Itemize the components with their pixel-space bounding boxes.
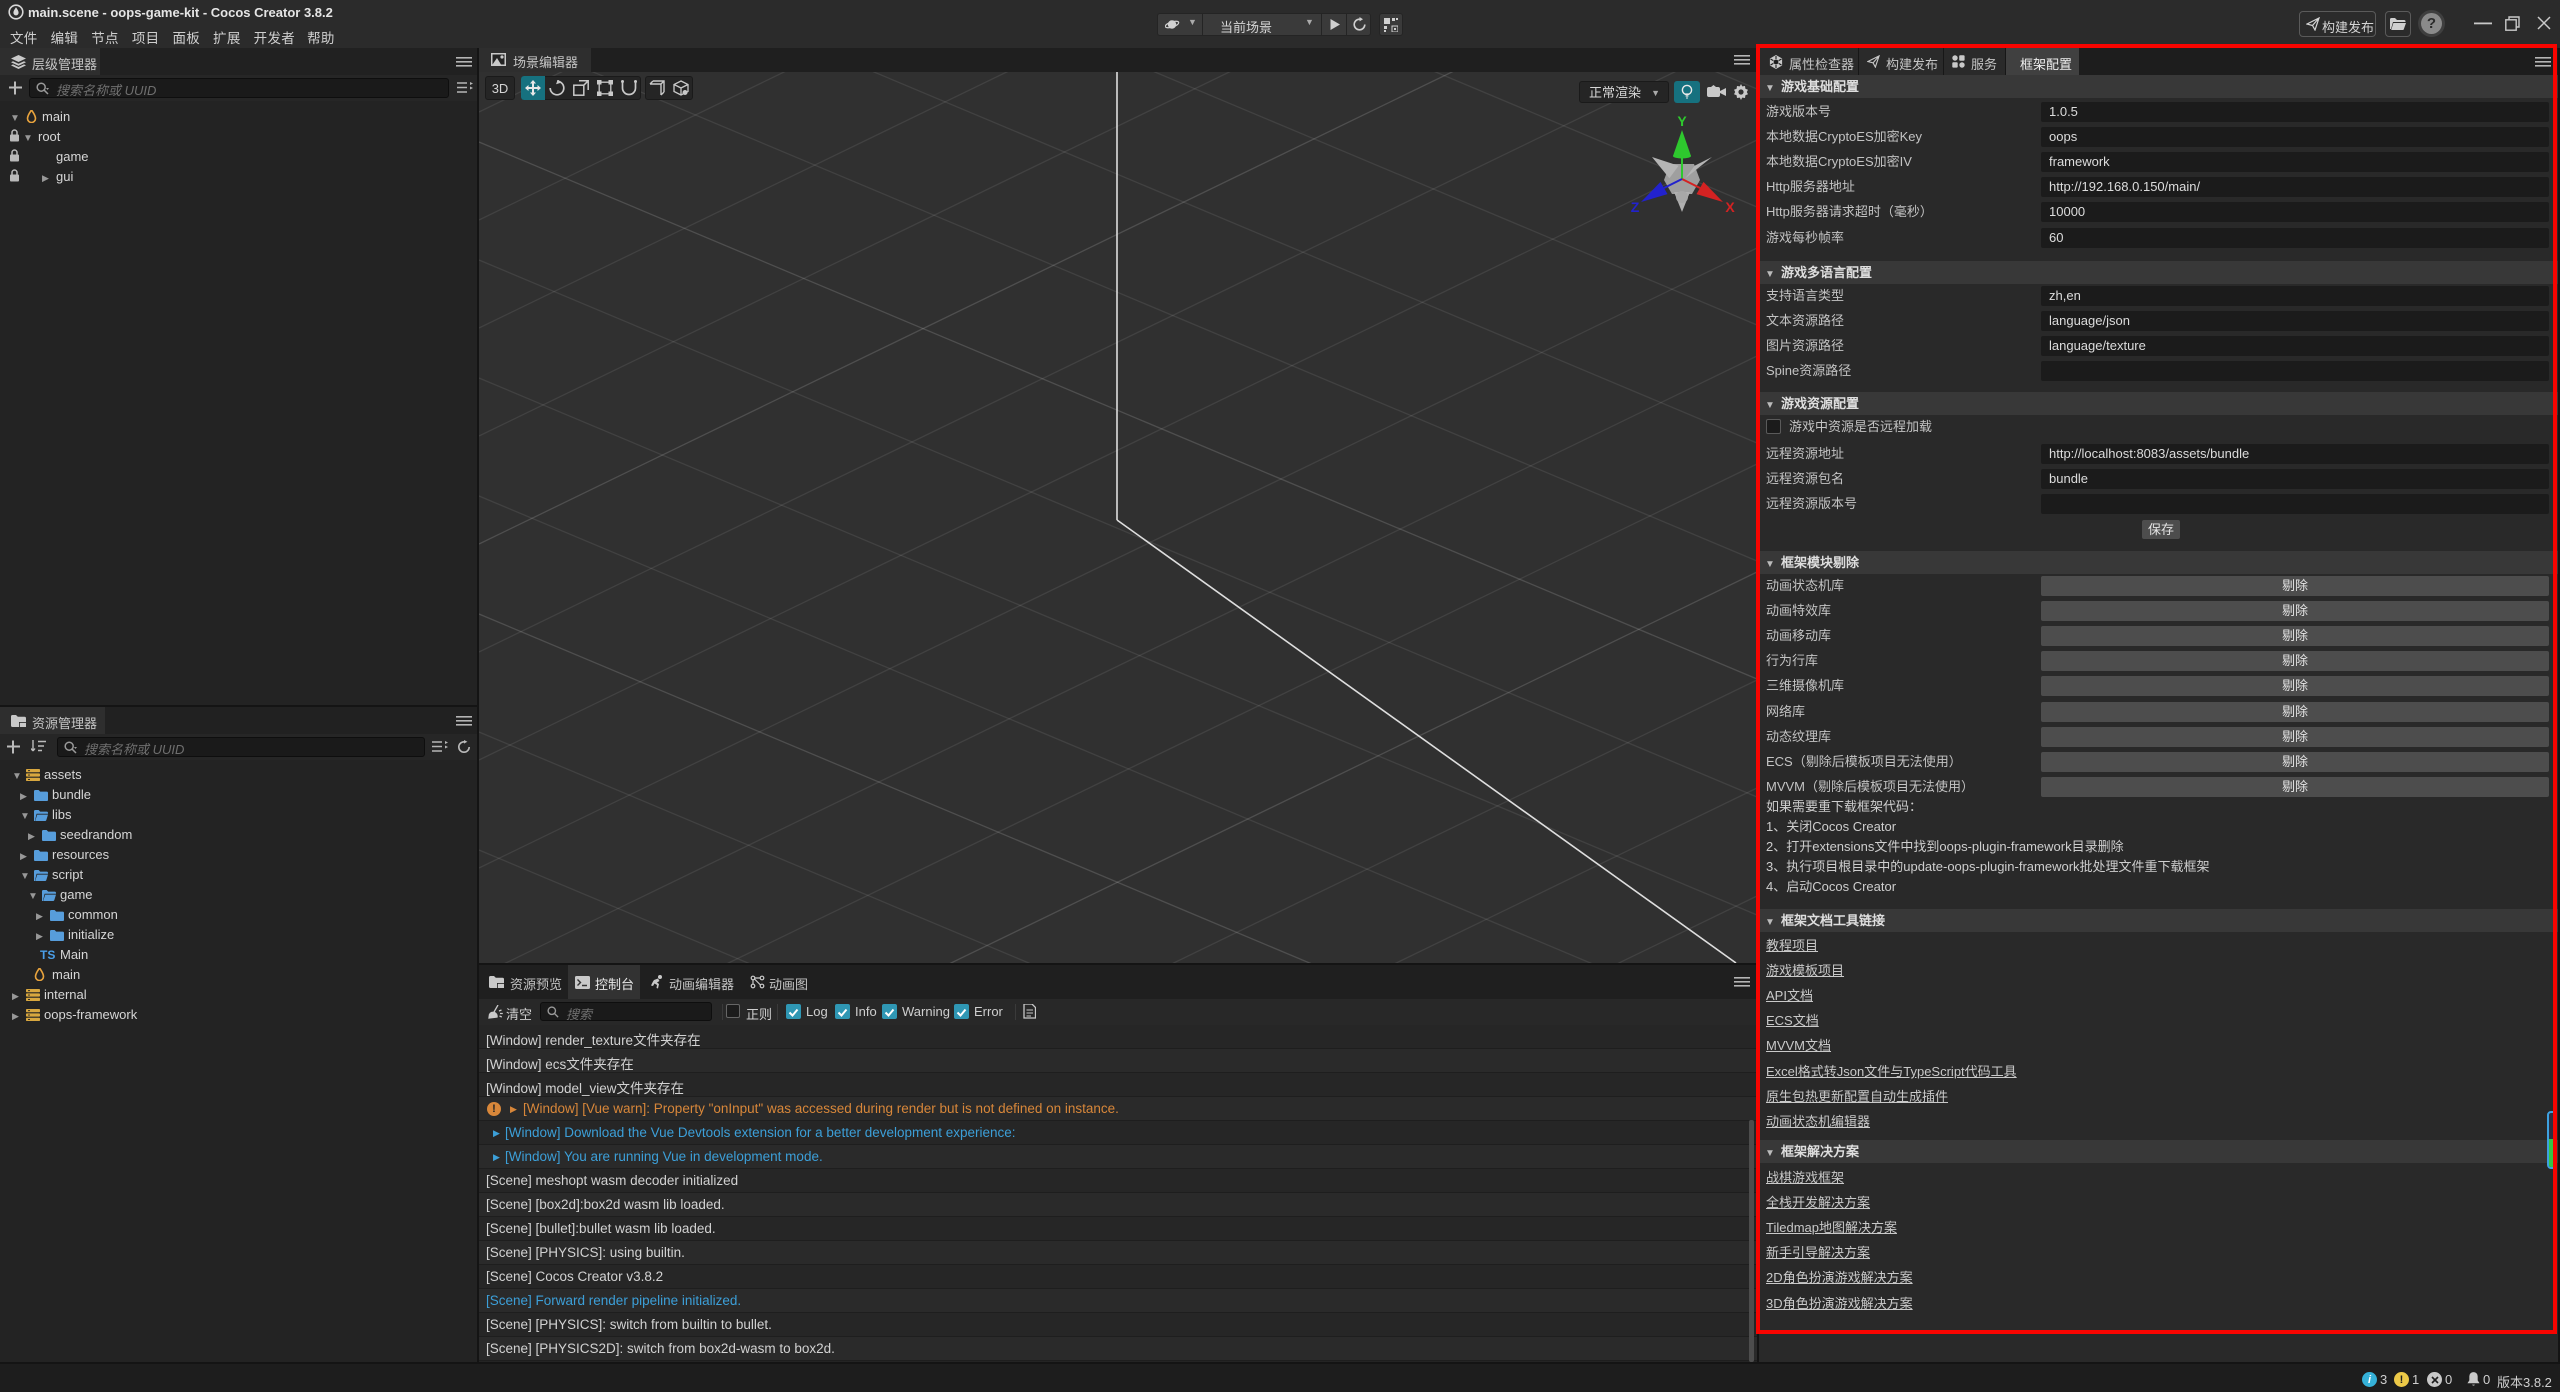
- svg-text:Z: Z: [1631, 199, 1640, 215]
- svg-text:Y: Y: [1677, 113, 1687, 129]
- svg-text:X: X: [1725, 199, 1735, 215]
